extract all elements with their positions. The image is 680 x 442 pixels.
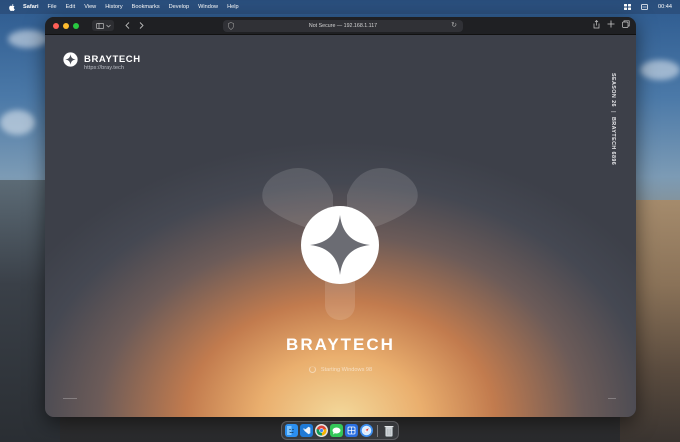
menu-history[interactable]: History (105, 4, 122, 10)
footer-divider-left (63, 398, 77, 399)
vscode-icon[interactable] (300, 424, 313, 437)
apple-menu-icon[interactable] (8, 3, 15, 11)
display-icon[interactable] (641, 4, 648, 10)
menu-view[interactable]: View (84, 4, 96, 10)
share-icon[interactable] (593, 20, 600, 29)
web-page: BRAYTECH https://bray.tech SEASON 26 | B… (45, 35, 636, 417)
app-store-icon[interactable] (345, 424, 358, 437)
menu-help[interactable]: Help (227, 4, 239, 10)
minimize-window-button[interactable] (63, 22, 69, 29)
brand-url-link[interactable]: https://bray.tech (84, 65, 124, 71)
reload-icon[interactable]: ↻ (451, 21, 457, 29)
close-window-button[interactable] (53, 22, 59, 29)
wallpaper-cloud (0, 110, 35, 135)
window-controls (53, 22, 79, 29)
menu-app-name[interactable]: Safari (23, 4, 39, 10)
menu-bar: Safari File Edit View History Bookmarks … (0, 0, 680, 14)
build-text: BRAYTECH 6896 (610, 116, 616, 165)
back-button[interactable] (122, 20, 133, 31)
braytech-logo-icon (63, 52, 78, 67)
privacy-shield-icon (228, 22, 234, 30)
toolbar-right (593, 20, 630, 29)
sidebar-icon (95, 22, 104, 29)
menu-edit[interactable]: Edit (66, 4, 76, 10)
separator: | (610, 110, 616, 113)
dock-separator (377, 424, 378, 437)
season-label: SEASON 26 | BRAYTECH 6896 (610, 73, 616, 165)
tab-overview-icon[interactable] (622, 20, 630, 28)
menubar-clock[interactable]: 00:44 (658, 4, 672, 10)
brand-name: BRAYTECH (84, 54, 141, 65)
finder-icon[interactable] (285, 424, 298, 437)
zoom-window-button[interactable] (73, 22, 79, 29)
menu-bookmarks[interactable]: Bookmarks (132, 4, 160, 10)
menu-develop[interactable]: Develop (169, 4, 190, 10)
wallpaper-cloud (8, 30, 48, 48)
messages-icon[interactable] (330, 424, 343, 437)
wallpaper-cloud (640, 60, 680, 80)
chevron-left-icon (125, 22, 130, 29)
url-text: Not Secure — 192.168.1.117 (308, 23, 378, 29)
footer-divider-right (608, 398, 616, 399)
chrome-icon[interactable] (315, 424, 328, 437)
status-text: Starting Windows 98 (320, 366, 373, 373)
dock (281, 421, 399, 440)
season-text: SEASON 26 (610, 73, 616, 107)
forward-button[interactable] (136, 20, 147, 31)
new-tab-icon[interactable] (607, 20, 615, 28)
control-center-icon[interactable] (624, 4, 631, 10)
sidebar-toggle-button[interactable] (92, 20, 114, 31)
trash-icon[interactable] (382, 424, 395, 437)
safari-icon[interactable] (360, 424, 373, 437)
chevron-right-icon (139, 22, 144, 29)
menu-window[interactable]: Window (198, 4, 218, 10)
braytech-wordmark: BRAYTECH (286, 335, 395, 354)
menu-file[interactable]: File (48, 4, 57, 10)
browser-toolbar: Not Secure — 192.168.1.117 ↻ (45, 17, 636, 35)
loading-status: Starting Windows 98 (45, 366, 636, 373)
address-bar[interactable]: Not Secure — 192.168.1.117 ↻ (223, 20, 463, 32)
chevron-down-icon (105, 24, 111, 27)
safari-window: Not Secure — 192.168.1.117 ↻ BRAYTECH ht… (45, 17, 636, 417)
braytech-emblem-icon (301, 206, 379, 284)
loading-spinner-icon (308, 366, 316, 373)
